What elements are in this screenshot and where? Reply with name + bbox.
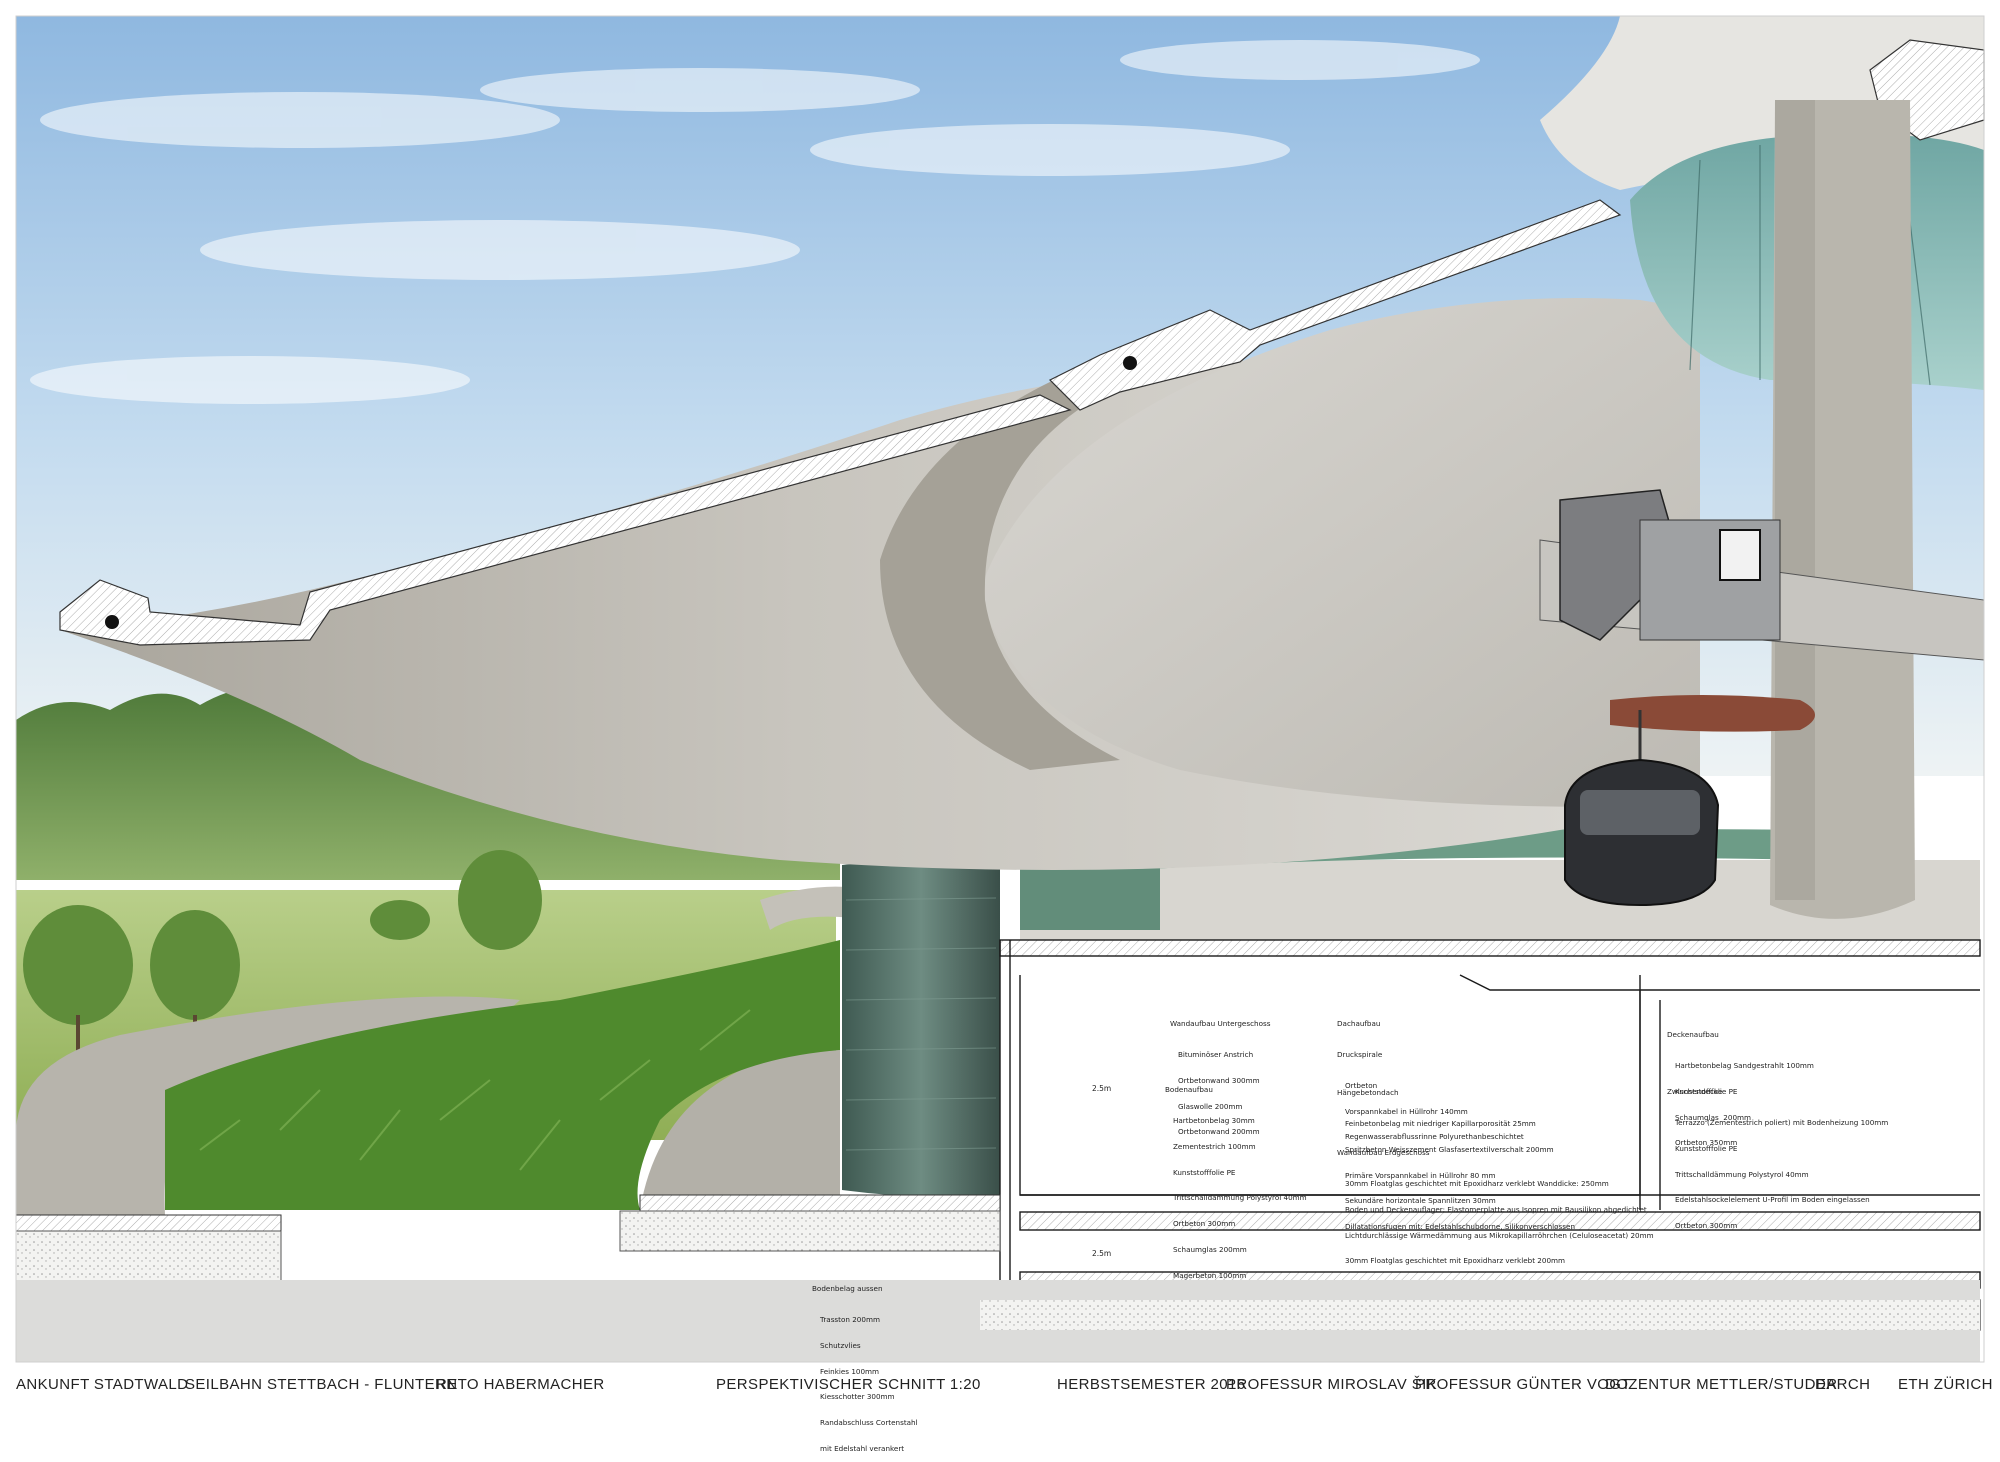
spec-floor: Bodenaufbau Hartbetonbelag 30mm Zementes…	[1165, 1069, 1307, 1289]
spec-item: 30mm Floatglas geschichtet mit Epoxidhar…	[1345, 1178, 1609, 1188]
spec-item: Randabschluss Cortenstahl	[820, 1418, 918, 1428]
footer-institution: ETH ZÜRICH	[1898, 1376, 1993, 1393]
dimension-lower: 2.5m	[1092, 1249, 1112, 1258]
spec-item: Kunststofffolie PE	[1173, 1167, 1236, 1177]
column-shade	[1775, 100, 1815, 900]
footer-department: DARCH	[1815, 1376, 1871, 1393]
spec-intermediate-heading: Zwischendecke	[1667, 1087, 1723, 1097]
cable-duct-2	[1123, 356, 1137, 370]
ground-band-cover	[980, 1300, 1980, 1330]
spec-item: Edelstahlsockelelement U-Profil im Boden…	[1675, 1195, 1870, 1205]
footer-title: ANKUNFT STADTWALD	[16, 1376, 189, 1393]
cable-duct-1	[105, 615, 119, 629]
gondola-window	[1580, 790, 1700, 835]
spec-item: 30mm Floatglas geschichtet mit Epoxidhar…	[1345, 1256, 1566, 1266]
spec-roof-heading: Dachaufbau	[1337, 1019, 1381, 1029]
spec-wall-lower-heading: Wandaufbau Untergeschoss	[1170, 1019, 1271, 1029]
spec-item: mit Edelstahl verankert	[820, 1443, 905, 1453]
dimension-upper: 2.5m	[1092, 1084, 1112, 1093]
spec-item: Zementestrich 100mm	[1173, 1141, 1256, 1151]
spec-item: Ortbeton 300mm	[1675, 1221, 1738, 1231]
spec-ceiling-heading: Deckenaufbau	[1667, 1030, 1719, 1040]
spec-item: Hartbetonbelag Sandgestrahlt 100mm	[1675, 1060, 1814, 1070]
spec-floor-heading: Bodenaufbau	[1165, 1085, 1213, 1095]
spec-item: Boden und Deckenauflager: Elastomerplatt…	[1345, 1204, 1647, 1214]
spec-wall-ground-heading: Wandaufbau Erdgeschoss	[1337, 1148, 1430, 1158]
footer-lecturer: DOZENTUR METTLER/STUDER	[1605, 1376, 1838, 1393]
footer-professor-1: PROFESSUR MIROSLAV ŠIK	[1226, 1376, 1438, 1393]
spec-item: Kunststofffolie PE	[1675, 1143, 1738, 1153]
spec-intermediate: Zwischendecke Terrazzo (Zementestrich po…	[1667, 1071, 1888, 1239]
spec-item: Magerbeton 100mm	[1173, 1270, 1247, 1280]
spec-item: Bituminöser Anstrich	[1178, 1049, 1254, 1059]
spec-item: Ortbeton 300mm	[1173, 1219, 1236, 1229]
spec-item: Schutzvlies	[820, 1340, 861, 1350]
spec-roof-sub: Druckspirale	[1337, 1049, 1383, 1059]
spec-item: Trittschalldämmung Polystyrol 40mm	[1675, 1169, 1809, 1179]
footer-author: RETO HABERMACHER	[436, 1376, 605, 1393]
footer-project: SEILBAHN STETTBACH - FLUNTERN	[185, 1376, 458, 1393]
spec-item: Hartbetonbelag 30mm	[1173, 1115, 1255, 1125]
footer-professor-2: PROFESSUR GÜNTER VOGT	[1415, 1376, 1631, 1393]
spec-item: Trittschalldämmung Polystyrol 40mm	[1173, 1193, 1307, 1203]
title-block: ANKUNFT STADTWALD SEILBAHN STETTBACH - F…	[0, 1368, 2000, 1408]
spec-hanging-roof-heading: Hängebetondach	[1337, 1088, 1399, 1098]
drawing-sheet: Wandaufbau Untergeschoss Bituminöser Ans…	[0, 0, 2000, 1452]
spec-wall-ground: Wandaufbau Erdgeschoss 30mm Floatglas ge…	[1337, 1132, 1654, 1275]
spec-item: Trasston 200mm	[820, 1314, 880, 1324]
glass-cylinder	[842, 857, 1000, 1199]
spec-exterior-floor: Bodenbelag aussen Trasston 200mm Schutzv…	[812, 1268, 918, 1462]
spec-item: Schaumglas 200mm	[1173, 1244, 1247, 1254]
spec-exterior-floor-heading: Bodenbelag aussen	[812, 1284, 883, 1294]
footer-semester: HERBSTSEMESTER 2016	[1057, 1376, 1246, 1393]
footer-drawing-type: PERSPEKTIVISCHER SCHNITT 1:20	[716, 1376, 981, 1393]
spec-item: Feinbetonbelag mit niedriger Kapillarpor…	[1345, 1118, 1536, 1128]
spec-item: Terrazzo (Zementestrich poliert) mit Bod…	[1675, 1117, 1889, 1127]
spec-item: Lichtdurchlässige Wärmedämmung aus Mikro…	[1345, 1230, 1654, 1240]
station-beam	[1719, 529, 1761, 581]
